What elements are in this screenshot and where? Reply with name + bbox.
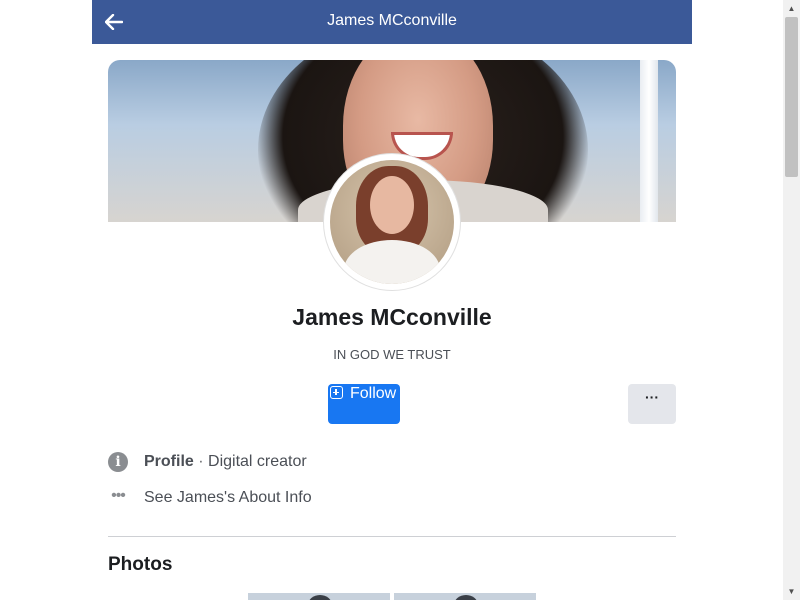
profile-category-row: i Profile · Digital creator	[108, 450, 307, 474]
scrollbar-thumb[interactable]	[785, 17, 798, 177]
about-info-row[interactable]: ••• See James's About Info	[108, 486, 312, 510]
more-dots-icon: ···	[645, 389, 659, 405]
scroll-up-icon[interactable]: ▲	[783, 0, 800, 17]
about-info-link[interactable]: See James's About Info	[144, 489, 312, 507]
more-horizontal-icon: •••	[111, 487, 126, 504]
info-icon: i	[108, 452, 128, 472]
more-options-button[interactable]: ···	[628, 384, 676, 424]
vertical-scrollbar[interactable]: ▲ ▼	[783, 0, 800, 600]
profile-name: James MCconville	[292, 304, 492, 330]
separator-dot: ·	[193, 453, 209, 470]
photos-section-title: Photos	[108, 554, 173, 575]
profile-bio: IN GOD WE TRUST	[333, 347, 451, 362]
profile-category: Digital creator	[208, 453, 307, 470]
profile-avatar[interactable]	[324, 154, 460, 290]
profile-category-text: Profile · Digital creator	[144, 453, 307, 471]
profile-label: Profile	[144, 453, 194, 470]
add-follow-icon	[330, 386, 343, 399]
photo-thumbnail[interactable]	[248, 593, 390, 600]
section-divider	[108, 536, 676, 537]
top-nav-bar: James MCconville	[92, 0, 692, 44]
scroll-down-icon[interactable]: ▼	[783, 583, 800, 600]
follow-button[interactable]: Follow	[328, 384, 400, 424]
page-title: James MCconville	[327, 12, 457, 29]
photo-thumbnail[interactable]	[394, 593, 536, 600]
follow-button-label: Follow	[350, 385, 397, 402]
page: James MCconville James MCconville IN GOD…	[0, 0, 800, 600]
